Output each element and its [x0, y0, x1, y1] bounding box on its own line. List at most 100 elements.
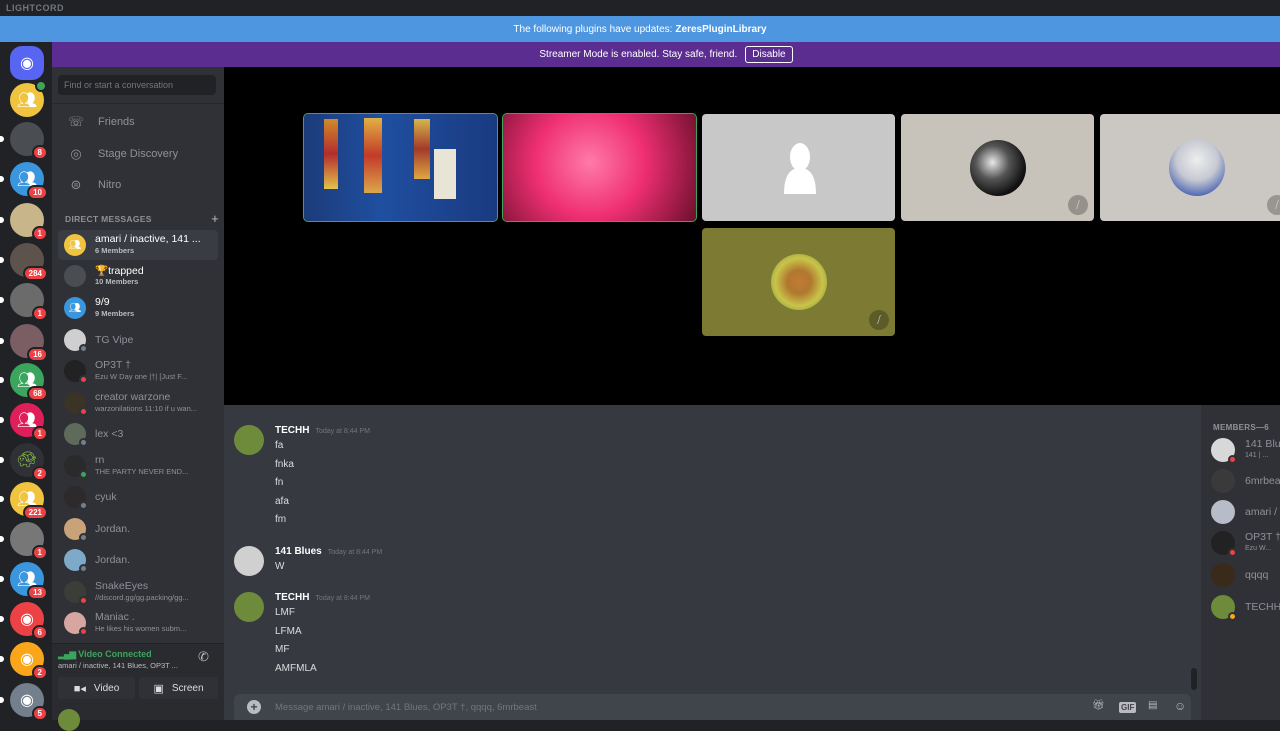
- muted-icon: ⧸: [1068, 195, 1088, 215]
- nitro-icon: ⊜: [70, 177, 82, 192]
- author-name[interactable]: 141 Blues: [275, 546, 322, 557]
- server-icon-group-dm-3[interactable]: 👥︎ 68: [0, 363, 48, 401]
- dm-item[interactable]: Maniac . He likes his women subm...: [58, 608, 218, 638]
- status-mobile-icon: [79, 470, 88, 479]
- user-avatar: [64, 423, 88, 447]
- mention-badge: 10: [27, 185, 48, 200]
- server-icon-dm-8[interactable]: ◉ 2: [0, 642, 48, 680]
- author-name[interactable]: TECHH: [275, 592, 309, 603]
- plugin-name-link[interactable]: ZeresPluginLibrary: [675, 24, 766, 35]
- message-author[interactable]: 141 Blues Today at 8:44 PM: [275, 546, 382, 557]
- message-author[interactable]: TECHH Today at 8:44 PM: [275, 592, 370, 603]
- server-icon-home[interactable]: ◉: [10, 46, 44, 80]
- dm-item[interactable]: rn THE PARTY NEVER END...: [58, 451, 218, 481]
- dm-item[interactable]: 👥︎ amari / inactive, 141 ... 6 Members: [58, 230, 218, 260]
- tile-camera-room[interactable]: [303, 113, 498, 222]
- member-item[interactable]: amari / inactive: [1211, 500, 1280, 528]
- create-dm-plus-icon[interactable]: +: [211, 211, 219, 226]
- message-avatar[interactable]: [234, 592, 264, 622]
- server-icon-dm-turtle[interactable]: 🐢︎ 2: [0, 443, 48, 481]
- nav-nitro[interactable]: ⊜ Nitro: [58, 171, 218, 199]
- member-avatar: [1211, 595, 1237, 621]
- attach-plus-icon[interactable]: +: [247, 700, 261, 714]
- mention-badge: 2: [31, 466, 48, 481]
- dm-name: Jordan.: [95, 554, 131, 566]
- message-avatar[interactable]: [234, 425, 264, 455]
- server-icon-group-dm-6[interactable]: 👥︎ 13: [0, 562, 48, 600]
- message-text: LFMA: [275, 625, 302, 637]
- dm-item[interactable]: creator warzone warzonilations 11:10 if u…: [58, 388, 218, 418]
- server-icon-group-dm-5[interactable]: 👥︎ 221: [0, 482, 48, 520]
- dm-item[interactable]: TG Vipe: [58, 325, 218, 355]
- dm-item[interactable]: OP3T † Ezu W Day one |†| [Just F...: [58, 356, 218, 386]
- user-panel: [52, 705, 224, 731]
- member-item[interactable]: 6mrbeast: [1211, 469, 1280, 497]
- server-icon-dm-2[interactable]: 1: [0, 203, 48, 241]
- video-button[interactable]: ■◂ Video: [58, 677, 135, 699]
- server-icon-dm-6[interactable]: 1: [0, 522, 48, 560]
- user-avatar: [64, 455, 88, 479]
- chat-scrollbar[interactable]: [1191, 668, 1197, 690]
- server-icon-dm-7[interactable]: ◉ 6: [0, 602, 48, 640]
- plugin-update-notice[interactable]: The following plugins have updates: Zere…: [0, 16, 1280, 42]
- dm-item[interactable]: lex <3: [58, 419, 218, 449]
- sticker-icon[interactable]: ▤: [1148, 700, 1157, 711]
- dm-name: cyuk: [95, 491, 117, 503]
- chat-panel: TECHH Today at 8:44 PM fa fnka fn afa fm 141 Bl…: [224, 405, 1201, 720]
- gift-icon[interactable]: 🎁︎: [1092, 700, 1105, 711]
- server-icon-group-dm[interactable]: 👥︎: [10, 80, 47, 117]
- voice-status[interactable]: ▂▄▆ Video Connected: [58, 649, 152, 660]
- dm-item[interactable]: Jordan.: [58, 545, 218, 575]
- member-item[interactable]: qqqq: [1211, 563, 1280, 591]
- unread-pill: [0, 457, 4, 463]
- nav-stage-discovery[interactable]: ◎ Stage Discovery: [58, 140, 218, 168]
- muted-icon: ⧸: [869, 310, 889, 330]
- message-timestamp: Today at 8:44 PM: [315, 428, 370, 435]
- message-text: fm: [275, 514, 287, 525]
- member-item[interactable]: 141 Blues 141 | ...: [1211, 438, 1280, 466]
- server-icon-group-dm-4[interactable]: 👥︎ 1: [0, 403, 48, 441]
- unread-pill: [0, 297, 4, 303]
- author-name[interactable]: TECHH: [275, 425, 309, 436]
- search-input[interactable]: Find or start a conversation: [58, 75, 216, 95]
- message-avatar[interactable]: [234, 546, 264, 576]
- nav-label: Stage Discovery: [98, 148, 179, 160]
- disable-streamer-mode-button[interactable]: Disable: [745, 46, 793, 63]
- dm-item[interactable]: cyuk: [58, 482, 218, 512]
- status-offline-icon: [79, 564, 88, 573]
- tile-amari[interactable]: ⧸: [1100, 114, 1280, 221]
- tile-op3t[interactable]: ⧸: [901, 114, 1094, 221]
- dm-name: 🏆trapped: [95, 265, 144, 277]
- nav-label: Nitro: [98, 179, 122, 191]
- member-item[interactable]: TECHH: [1211, 595, 1280, 623]
- unread-pill: [0, 417, 4, 423]
- tile-techh[interactable]: ⧸: [702, 228, 895, 336]
- status-offline-icon: [79, 501, 88, 510]
- server-icon-dm-1[interactable]: 8: [0, 122, 48, 160]
- tile-camera-face[interactable]: [502, 113, 697, 222]
- server-icon-dm-4[interactable]: 1: [0, 283, 48, 321]
- server-icon-group-dm-2[interactable]: 👥︎ 10: [0, 162, 48, 200]
- disconnect-icon[interactable]: ✆: [198, 649, 209, 665]
- message-author[interactable]: TECHH Today at 8:44 PM: [275, 425, 370, 436]
- server-icon-dm-3[interactable]: 284: [0, 243, 48, 281]
- message-composer[interactable]: + Message amari / inactive, 141 Blues, O…: [234, 694, 1191, 720]
- user-avatar[interactable]: [58, 709, 80, 731]
- screen-share-button[interactable]: ▣ Screen: [139, 677, 218, 699]
- tile-141-blues[interactable]: [702, 114, 895, 221]
- member-item[interactable]: OP3T † Ezu W...: [1211, 531, 1280, 559]
- dm-item[interactable]: Jordan.: [58, 514, 218, 544]
- dm-name: TG Vipe: [95, 334, 134, 346]
- dm-item[interactable]: 👥︎ 9/9 9 Members: [58, 293, 218, 323]
- dm-item[interactable]: 🏆trapped 10 Members: [58, 261, 218, 291]
- dm-subtext: 6 Members: [95, 246, 135, 255]
- default-avatar-icon: [784, 143, 816, 194]
- gif-icon[interactable]: GIF: [1119, 702, 1137, 713]
- server-icon-dm-9[interactable]: ◉ 5: [0, 683, 48, 721]
- server-icon-dm-5[interactable]: 16: [0, 324, 48, 362]
- nav-friends[interactable]: ☏ Friends: [58, 108, 218, 136]
- message-input[interactable]: Message amari / inactive, 141 Blues, OP3…: [275, 702, 537, 713]
- emoji-icon[interactable]: ☺: [1174, 699, 1186, 713]
- dm-item[interactable]: SnakeEyes//discord.gg/gg.packing/gg...: [58, 577, 218, 607]
- mention-badge: 221: [22, 505, 48, 520]
